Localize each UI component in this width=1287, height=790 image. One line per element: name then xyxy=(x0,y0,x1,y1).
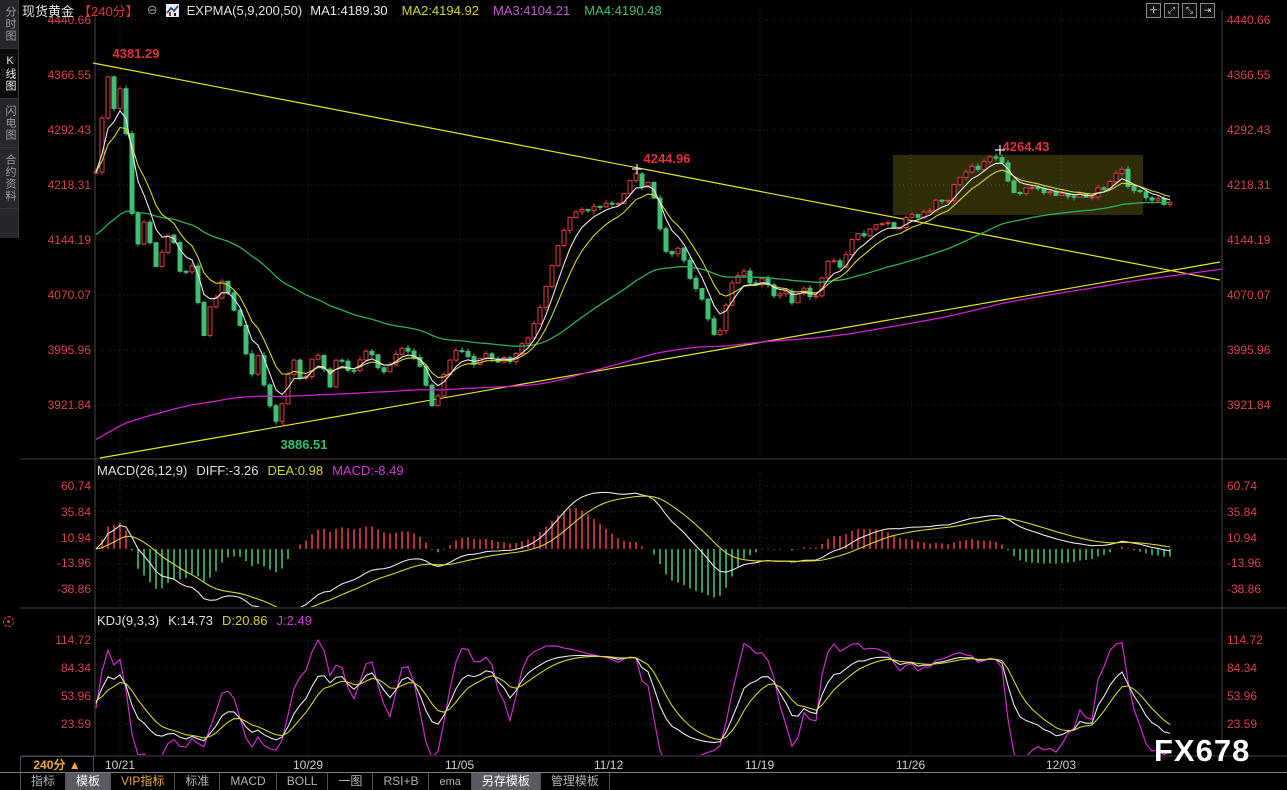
toolbar-tab-6[interactable]: BOLL xyxy=(277,773,329,790)
toolbar-tab-5[interactable]: MACD xyxy=(220,773,277,790)
date-label[interactable]: 12/03 xyxy=(1046,758,1076,772)
chart-header: 现货黄金 【240分】 ⊖ EXPMA(5,9,200,50) MA1:4189… xyxy=(22,0,1287,20)
price-annotation[interactable]: 4381.29 xyxy=(113,46,160,61)
macd-axis-label[interactable]: 35.84 xyxy=(21,505,91,519)
macd-axis-label[interactable]: 60.74 xyxy=(21,479,91,493)
kline-chart-icon[interactable] xyxy=(165,3,179,17)
kdj-axis-label[interactable]: 84.34 xyxy=(1227,661,1257,675)
x-axis-zoom-icon[interactable]: ⤢ xyxy=(1164,3,1179,18)
toolbar-tab-4[interactable]: 标准 xyxy=(175,773,221,790)
macd-axis-label[interactable]: -13.96 xyxy=(21,556,91,570)
date-label[interactable]: 10/21 xyxy=(105,758,135,772)
macd-axis-label[interactable]: 60.74 xyxy=(1227,479,1257,493)
macd-header-segment: MACD(26,12,9) xyxy=(97,463,188,478)
price-annotation[interactable]: 4244.96 xyxy=(644,151,691,166)
price-axis-label[interactable]: 3921.84 xyxy=(21,398,91,412)
macd-axis-label[interactable]: 35.84 xyxy=(1227,505,1257,519)
ma2-value: MA2:4194.92 xyxy=(401,2,479,18)
price-annotation[interactable]: 3886.51 xyxy=(281,437,328,452)
price-axis-label[interactable]: 4144.19 xyxy=(21,233,91,247)
date-label[interactable]: 11/26 xyxy=(896,758,925,772)
kdj-header-segment: D:20.86 xyxy=(221,613,268,628)
toolbar-tab-3[interactable]: VIP指标 xyxy=(111,773,176,790)
kdj-axis-label[interactable]: 84.34 xyxy=(21,661,91,675)
kdj-axis-label[interactable]: 114.72 xyxy=(1227,633,1263,647)
toolbar-tab-11[interactable]: 管理模板 xyxy=(541,773,610,790)
y-axis-zoom-icon[interactable]: ⤡ xyxy=(1182,3,1197,18)
kdj-header-segment: J:2.49 xyxy=(276,613,312,628)
kdj-axis-label[interactable]: 23.59 xyxy=(21,717,91,731)
price-axis-label[interactable]: 4218.31 xyxy=(1227,178,1270,192)
minus-circle-icon[interactable]: ⊖ xyxy=(147,2,158,18)
macd-axis-label[interactable]: -38.86 xyxy=(1227,582,1261,596)
date-label[interactable]: 11/05 xyxy=(445,758,474,772)
price-axis-label[interactable]: 4218.31 xyxy=(21,178,91,192)
price-axis-label[interactable]: 4292.43 xyxy=(21,123,91,137)
price-axis-label[interactable]: 3995.96 xyxy=(21,343,91,357)
kdj-header: KDJ(9,3,3) K:14.73 D:20.86 J:2.49 xyxy=(97,613,321,628)
macd-header-segment: DEA:0.98 xyxy=(267,463,324,478)
toolbar-tab-10[interactable]: 另存模板 xyxy=(471,773,541,790)
window-toolbar-icons: ✛ ⤢ ⤡ ⇥ xyxy=(1146,3,1215,18)
ma3-value: MA3:4104.21 xyxy=(492,2,571,18)
macd-axis-label[interactable]: 10.94 xyxy=(1227,531,1257,545)
macd-header: MACD(26,12,9) DIFF:-3.26 DEA:0.98 MACD:-8.4… xyxy=(97,463,413,478)
price-axis-label[interactable]: 3995.96 xyxy=(1227,343,1270,357)
ma4-value: MA4:4190.48 xyxy=(584,2,662,18)
date-label[interactable]: 11/12 xyxy=(594,758,623,772)
toolbar-tab-7[interactable]: 一图 xyxy=(328,773,374,790)
period-up-arrow-icon: ▲ xyxy=(68,758,81,772)
kdj-axis-label[interactable]: 114.72 xyxy=(21,633,91,647)
macd-axis-label[interactable]: -13.96 xyxy=(1227,556,1261,570)
date-label[interactable]: 10/29 xyxy=(293,758,323,772)
price-axis-label[interactable]: 4366.55 xyxy=(21,68,91,82)
watermark: FX678 xyxy=(1154,733,1251,768)
ma1-value: MA1:4189.30 xyxy=(310,2,388,18)
kdj-header-segment: KDJ(9,3,3) xyxy=(97,613,160,628)
ma-legend: MA1:4189.30 MA2:4194.92 MA3:4104.21 MA4:419… xyxy=(310,3,661,18)
price-axis-label[interactable]: 4070.07 xyxy=(1227,288,1270,302)
price-axis-label[interactable]: 4144.19 xyxy=(1227,233,1270,247)
kdj-axis-label[interactable]: 23.59 xyxy=(1227,717,1257,731)
kdj-header-segment: K:14.73 xyxy=(168,613,213,628)
indicator-name: EXPMA(5,9,200,50) xyxy=(186,2,303,18)
fractal-arrow-icon[interactable]: ↑ xyxy=(274,418,279,428)
price-axis-label[interactable]: 3921.84 xyxy=(1227,398,1270,412)
price-axis-label[interactable]: 4366.55 xyxy=(1227,68,1270,82)
toolbar-tab-1[interactable]: 指标 xyxy=(20,773,67,790)
symbol-title: 现货黄金 xyxy=(22,3,75,19)
kdj-axis-label[interactable]: 53.96 xyxy=(21,689,91,703)
kdj-axis-label[interactable]: 53.96 xyxy=(1227,689,1257,703)
macd-axis-label[interactable]: -38.86 xyxy=(21,582,91,596)
macd-header-segment: MACD:-8.49 xyxy=(332,463,404,478)
toolbar-tab-9[interactable]: ema xyxy=(429,773,472,790)
crosshair-icon[interactable]: ✛ xyxy=(1146,3,1161,18)
toolbar-tab-2[interactable]: 模板 xyxy=(66,773,112,790)
app-window: 分时图 K线图 闪电图 合约资料 现货黄金 【240分】 ⊖ EXPMA(5,9,20… xyxy=(0,0,1287,790)
price-axis-label[interactable]: 4070.07 xyxy=(21,288,91,302)
macd-axis-label[interactable]: 10.94 xyxy=(21,531,91,545)
price-annotation[interactable]: 4264.43 xyxy=(1003,139,1050,154)
period-label: 【240分】 xyxy=(78,3,139,19)
fractal-arrow-icon[interactable]: ↓ xyxy=(282,417,287,427)
period-selector-label: 240分 xyxy=(33,758,66,772)
date-label[interactable]: 11/19 xyxy=(745,758,774,772)
toolbar-tab-8[interactable]: RSI+B xyxy=(373,773,430,790)
price-chart-canvas[interactable] xyxy=(0,0,1287,790)
indicator-toggle-icon[interactable] xyxy=(3,616,14,627)
bottom-toolbar: 指标 模板 VIP指标 标准 MACD BOLL 一图 RSI+B ema 另存模板 管理模板 xyxy=(0,772,1287,790)
pan-right-icon[interactable]: ⇥ xyxy=(1200,3,1215,18)
macd-header-segment: DIFF:-3.26 xyxy=(196,463,259,478)
price-axis-label[interactable]: 4292.43 xyxy=(1227,123,1270,137)
